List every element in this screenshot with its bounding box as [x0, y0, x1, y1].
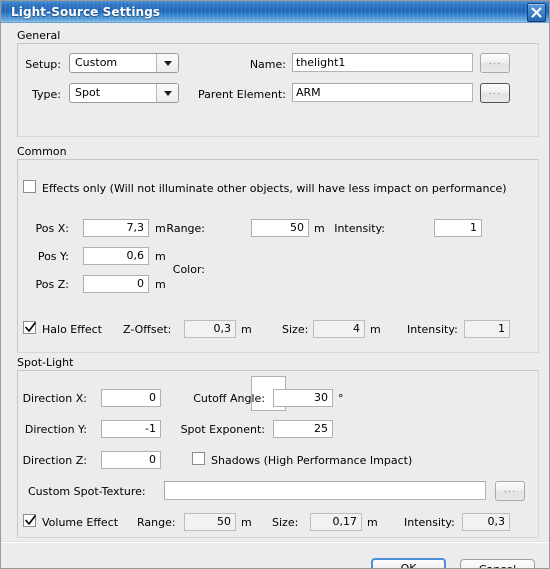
spot-exponent-label: Spot Exponent:: [180, 423, 265, 436]
volume-range-unit: m: [241, 516, 252, 529]
pos-z-unit: m: [155, 278, 166, 291]
direction-y-label: Direction Y:: [24, 423, 87, 436]
window-title: Light-Source Settings: [11, 4, 161, 19]
check-icon: [25, 322, 36, 332]
direction-x-field[interactable]: 0: [101, 389, 161, 407]
custom-spot-texture-browse-button[interactable]: ...: [495, 481, 525, 501]
spot-exponent-field[interactable]: 25: [273, 420, 333, 438]
volume-effect-checkbox[interactable]: [23, 514, 36, 527]
halo-zoffset-unit: m: [241, 323, 252, 336]
general-group-label: General: [17, 29, 61, 42]
footer-divider: [1, 541, 549, 543]
cutoff-angle-field[interactable]: 30: [273, 389, 333, 407]
pos-y-field[interactable]: 0,6: [83, 247, 149, 265]
type-label: Type:: [32, 88, 61, 101]
setup-label: Setup:: [25, 58, 61, 71]
title-bar[interactable]: Light-Source Settings: [1, 1, 549, 23]
cancel-button[interactable]: Cancel: [460, 559, 535, 568]
general-group: General Setup: Custom Type: Spot Name: t…: [1, 29, 549, 137]
chevron-down-icon: [163, 60, 172, 66]
chevron-down-icon: [163, 90, 172, 96]
shadows-checkbox[interactable]: [192, 452, 205, 465]
common-group: Common Effects only (Will not illuminate…: [1, 145, 549, 411]
common-group-label: Common: [17, 145, 67, 158]
light-source-settings-dialog: Light-Source Settings General Setup: Cus…: [0, 0, 550, 569]
parent-element-label: Parent Element:: [198, 88, 286, 101]
pos-x-label: Pos X:: [35, 222, 69, 235]
pos-y-label: Pos Y:: [37, 250, 69, 263]
effects-only-checkbox[interactable]: [23, 180, 36, 193]
cutoff-angle-unit: °: [338, 392, 344, 405]
dialog-body: General Setup: Custom Type: Spot Name: t…: [1, 23, 549, 568]
range-field[interactable]: 50: [251, 219, 309, 237]
halo-size-unit: m: [370, 323, 381, 336]
pos-z-label: Pos Z:: [35, 278, 69, 291]
volume-range-label: Range:: [137, 516, 176, 529]
check-icon: [25, 515, 36, 525]
intensity-field[interactable]: 1: [434, 219, 482, 237]
setup-combo-arrow[interactable]: [156, 54, 178, 72]
color-label: Color:: [172, 263, 205, 276]
volume-intensity-label: Intensity:: [404, 516, 455, 529]
close-icon: [531, 7, 542, 18]
direction-z-field[interactable]: 0: [101, 451, 161, 469]
pos-z-field[interactable]: 0: [83, 275, 149, 293]
setup-combo[interactable]: Custom: [69, 53, 179, 73]
volume-size-label: Size:: [272, 516, 299, 529]
range-label: Range:: [166, 222, 205, 235]
parent-element-browse-button[interactable]: ...: [480, 83, 510, 103]
shadows-label: Shadows (High Performance Impact): [211, 454, 413, 467]
halo-zoffset-field[interactable]: 0,3: [184, 320, 236, 338]
type-combo-arrow[interactable]: [156, 84, 178, 102]
halo-intensity-field[interactable]: 1: [464, 320, 510, 338]
direction-z-label: Direction Z:: [22, 454, 87, 467]
ok-button[interactable]: OK: [371, 558, 446, 568]
type-combo-value: Spot: [75, 86, 101, 99]
pos-y-unit: m: [155, 250, 166, 263]
halo-intensity-label: Intensity:: [407, 323, 458, 336]
halo-size-field[interactable]: 4: [313, 320, 365, 338]
direction-x-label: Direction X:: [22, 392, 87, 405]
close-button[interactable]: [527, 3, 546, 22]
direction-y-field[interactable]: -1: [101, 420, 161, 438]
type-combo[interactable]: Spot: [69, 83, 179, 103]
volume-size-field[interactable]: 0,17: [310, 513, 362, 531]
halo-effect-label: Halo Effect: [42, 323, 102, 336]
effects-only-label: Effects only (Will not illuminate other …: [42, 182, 507, 195]
volume-range-field[interactable]: 50: [184, 513, 236, 531]
spotlight-group-label: Spot-Light: [17, 356, 74, 369]
volume-effect-label: Volume Effect: [42, 516, 119, 529]
volume-size-unit: m: [367, 516, 378, 529]
name-browse-button[interactable]: ...: [480, 53, 510, 73]
intensity-label: Intensity:: [334, 222, 385, 235]
setup-combo-value: Custom: [75, 56, 118, 69]
halo-zoffset-label: Z-Offset:: [123, 323, 172, 336]
name-label: Name:: [249, 58, 286, 71]
cutoff-angle-label: Cutoff Angle:: [193, 392, 265, 405]
parent-element-input[interactable]: [292, 83, 473, 102]
custom-spot-texture-input[interactable]: [164, 481, 486, 500]
halo-size-label: Size:: [282, 323, 309, 336]
pos-x-field[interactable]: 7,3: [83, 219, 149, 237]
spotlight-group: Spot-Light Direction X: 0 Direction Y: -…: [1, 356, 549, 538]
halo-effect-checkbox[interactable]: [23, 321, 36, 334]
name-input[interactable]: [292, 53, 473, 72]
custom-spot-texture-label: Custom Spot-Texture:: [28, 485, 146, 498]
volume-intensity-field[interactable]: 0,3: [462, 513, 510, 531]
